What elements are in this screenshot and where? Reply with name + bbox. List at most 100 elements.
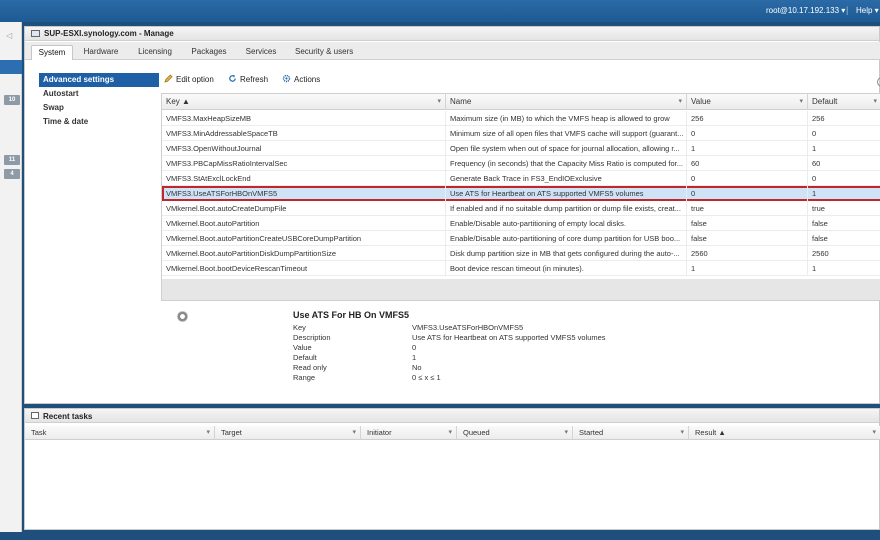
table-row[interactable]: VMFS3.OpenWithoutJournal Open file system… (162, 141, 880, 156)
cell-value: true (687, 201, 808, 216)
cell-value: false (687, 231, 808, 246)
cell-value: 0 (687, 186, 808, 201)
column-header-key[interactable]: Key ▲ ▾ (162, 94, 446, 110)
cell-key: VMFS3.StAtExclLockEnd (162, 171, 446, 186)
details-title: Use ATS For HB On VMFS5 (293, 310, 410, 320)
settings-gear-icon (177, 311, 188, 322)
edit-option-button[interactable]: Edit option (164, 73, 214, 87)
cell-key: VMFS3.MaxHeapSizeMB (162, 111, 446, 126)
column-header-default[interactable]: Default ▾ (808, 94, 880, 110)
cell-key: VMFS3.UseATSForHBOnVMFS5 (162, 186, 446, 201)
cell-name: Boot device rescan timeout (in minutes). (446, 261, 687, 276)
grid-empty-area (162, 279, 880, 300)
refresh-label: Refresh (240, 75, 269, 84)
actions-button[interactable]: Actions (282, 73, 320, 87)
cell-key: VMFS3.MinAddressableSpaceTB (162, 126, 446, 141)
menu-advanced-settings[interactable]: Advanced settings (39, 73, 159, 87)
cell-key: VMkernel.Boot.autoCreateDumpFile (162, 201, 446, 216)
table-row[interactable]: VMFS3.MaxHeapSizeMB Maximum size (in MB) … (162, 111, 880, 126)
tab-hardware[interactable]: Hardware (79, 45, 123, 60)
tasks-icon (31, 412, 39, 419)
cell-key: VMkernel.Boot.bootDeviceRescanTimeout (162, 261, 446, 276)
cell-default: 1 (808, 186, 880, 201)
tab-bar: System Hardware Licensing Packages Servi… (25, 42, 880, 60)
detail-value: No (412, 363, 422, 372)
cell-value: 1 (687, 141, 808, 156)
table-row[interactable]: VMkernel.Boot.bootDeviceRescanTimeout Boo… (162, 261, 880, 276)
detail-value: 0 (412, 343, 417, 352)
detail-label: Description (293, 333, 331, 342)
column-header-target[interactable]: Target ▾ (215, 426, 361, 440)
menu-autostart[interactable]: Autostart (39, 87, 159, 101)
collapse-navigator-icon[interactable]: ◁ (6, 31, 12, 40)
advanced-settings-grid: Key ▲ ▾ Name ▾ Value ▾ Default ▾ VMFS3.MaxHe… (161, 93, 880, 301)
cell-value: 60 (687, 156, 808, 171)
cell-value: 1 (687, 261, 808, 276)
refresh-icon (229, 74, 236, 82)
tab-system[interactable]: System (31, 45, 73, 60)
cell-key: VMFS3.PBCapMissRatioIntervalSec (162, 156, 446, 171)
cell-default: 256 (808, 111, 880, 126)
recent-tasks-panel: Recent tasks Task ▾ Target ▾ Initiator ▾ Qu… (24, 408, 880, 530)
detail-value: 1 (412, 353, 417, 362)
cell-name: Enable/Disable auto-partitioning of core… (446, 231, 687, 246)
column-header-initiator[interactable]: Initiator ▾ (361, 426, 457, 440)
cell-value: 0 (687, 126, 808, 141)
column-header-name[interactable]: Name ▾ (446, 94, 687, 110)
cell-default: true (808, 201, 880, 216)
column-header-task[interactable]: Task ▾ (25, 426, 215, 440)
tab-services[interactable]: Services (241, 45, 281, 60)
settings-menu: Advanced settings Autostart Swap Time & … (39, 73, 159, 129)
cell-value: 2560 (687, 246, 808, 261)
cell-name: Open file system when out of space for j… (446, 141, 687, 156)
table-row[interactable]: VMFS3.StAtExclLockEnd Generate Back Trace… (162, 171, 880, 186)
navigator-badge: 10 (4, 95, 20, 105)
column-header-started[interactable]: Started ▾ (573, 426, 689, 440)
detail-label: Default (293, 353, 317, 362)
table-row[interactable]: VMFS3.MinAddressableSpaceTB Minimum size … (162, 126, 880, 141)
navigator-selected-item[interactable] (0, 60, 22, 74)
table-row[interactable]: VMkernel.Boot.autoPartitionDiskDumpParti… (162, 246, 880, 261)
help-menu[interactable]: Help ▾ (856, 6, 879, 15)
table-row-selected[interactable]: VMFS3.UseATSForHBOnVMFS5 Use ATS for Hear… (162, 186, 880, 201)
tasks-grid-header: Task ▾ Target ▾ Initiator ▾ Queued ▾ Started… (25, 426, 880, 440)
column-header-queued[interactable]: Queued ▾ (457, 426, 573, 440)
host-icon (31, 30, 40, 37)
navigator-badge: 11 (4, 155, 20, 165)
detail-label: Range (293, 373, 316, 382)
column-header-result[interactable]: Result ▲ ▾ (689, 426, 880, 440)
menu-time-date[interactable]: Time & date (39, 115, 159, 129)
tab-packages[interactable]: Packages (187, 45, 231, 60)
cell-key: VMkernel.Boot.autoPartition (162, 216, 446, 231)
detail-label: Value (293, 343, 312, 352)
cell-default: false (808, 231, 880, 246)
cell-name: Use ATS for Heartbeat on ATS supported V… (446, 186, 687, 201)
manage-window: SUP-ESXI.synology.com - Manage System Ha… (24, 26, 880, 404)
user-menu[interactable]: root@10.17.192.133 ▾ (766, 6, 845, 15)
cell-key: VMkernel.Boot.autoPartitionCreateUSBCore… (162, 231, 446, 246)
top-bar: root@10.17.192.133 ▾ | Help ▾ (0, 0, 880, 22)
cell-default: 60 (808, 156, 880, 171)
window-title: SUP-ESXI.synology.com - Manage (44, 29, 174, 38)
detail-value: Use ATS for Heartbeat on ATS supported V… (412, 333, 606, 342)
cell-name: Minimum size of all open files that VMFS… (446, 126, 687, 141)
tab-licensing[interactable]: Licensing (133, 45, 177, 60)
table-row[interactable]: VMkernel.Boot.autoPartition Enable/Disabl… (162, 216, 880, 231)
cell-default: false (808, 216, 880, 231)
table-row[interactable]: VMkernel.Boot.autoCreateDumpFile If enabl… (162, 201, 880, 216)
cell-name: Generate Back Trace in FS3_EndIOExclusiv… (446, 171, 687, 186)
cell-default: 2560 (808, 246, 880, 261)
recent-tasks-titlebar: Recent tasks (25, 409, 879, 423)
refresh-button[interactable]: Refresh (228, 73, 268, 87)
cell-name: Frequency (in seconds) that the Capacity… (446, 156, 687, 171)
cell-default: 0 (808, 171, 880, 186)
column-header-value[interactable]: Value ▾ (687, 94, 808, 110)
navigator-panel: ◁ 10 11 4 (0, 22, 22, 540)
status-bar (0, 532, 880, 540)
detail-value: VMFS3.UseATSForHBOnVMFS5 (412, 323, 524, 332)
table-row[interactable]: VMkernel.Boot.autoPartitionCreateUSBCore… (162, 231, 880, 246)
tab-security-users[interactable]: Security & users (291, 45, 353, 60)
table-row[interactable]: VMFS3.PBCapMissRatioIntervalSec Frequency… (162, 156, 880, 171)
recent-tasks-title: Recent tasks (43, 412, 93, 421)
menu-swap[interactable]: Swap (39, 101, 159, 115)
